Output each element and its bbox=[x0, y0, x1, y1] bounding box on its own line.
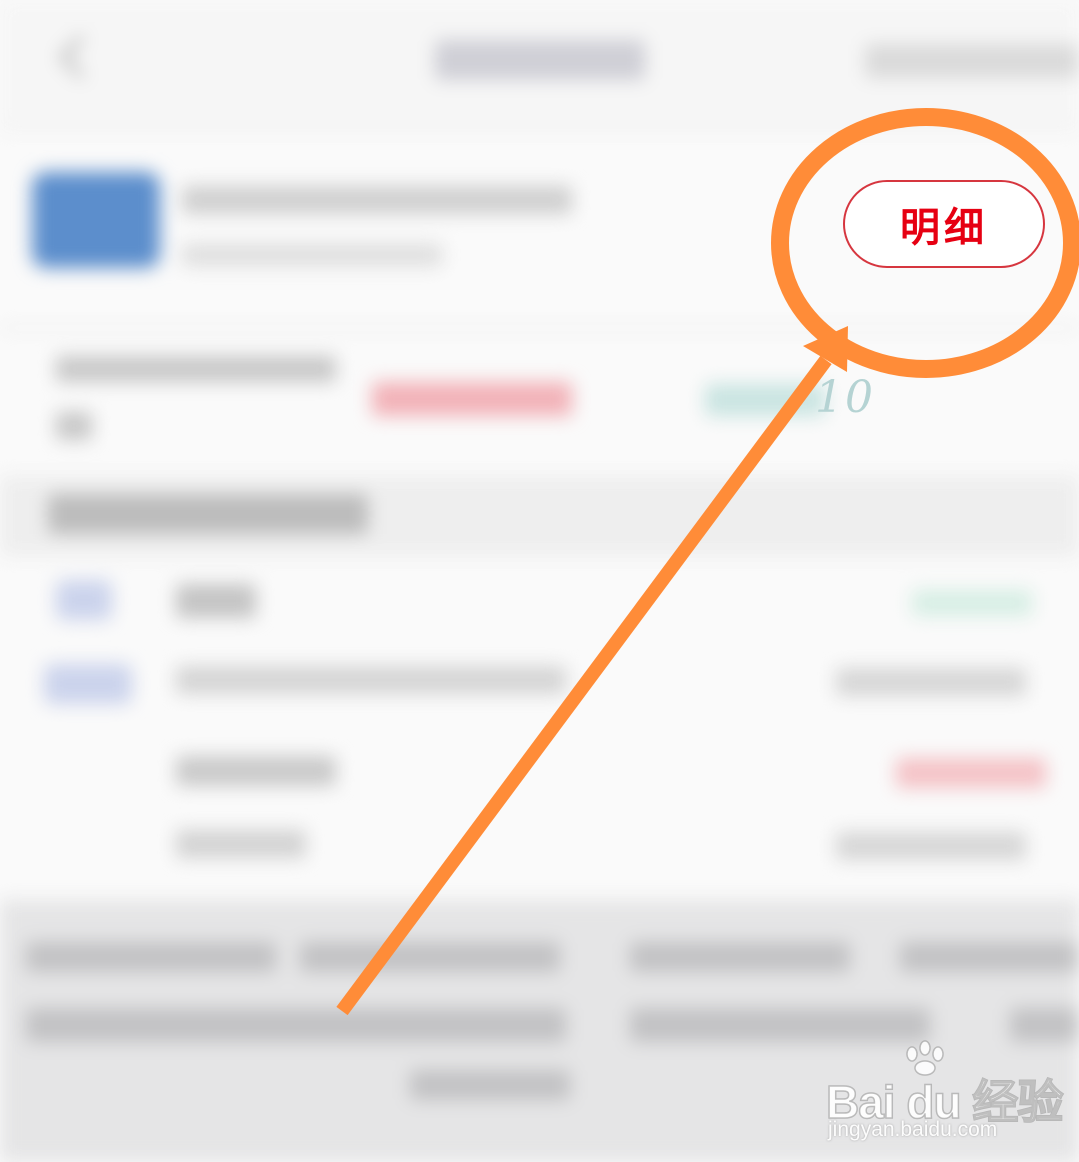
arrow-shaft bbox=[336, 355, 832, 1016]
annotation-overlay bbox=[336, 108, 1079, 1016]
watermark-url: jingyan.baidu.com bbox=[828, 1118, 998, 1141]
baidu-watermark: Bai du 经验 jingyan.baidu.com bbox=[825, 1040, 1066, 1141]
highlight-circle-icon bbox=[771, 108, 1079, 378]
